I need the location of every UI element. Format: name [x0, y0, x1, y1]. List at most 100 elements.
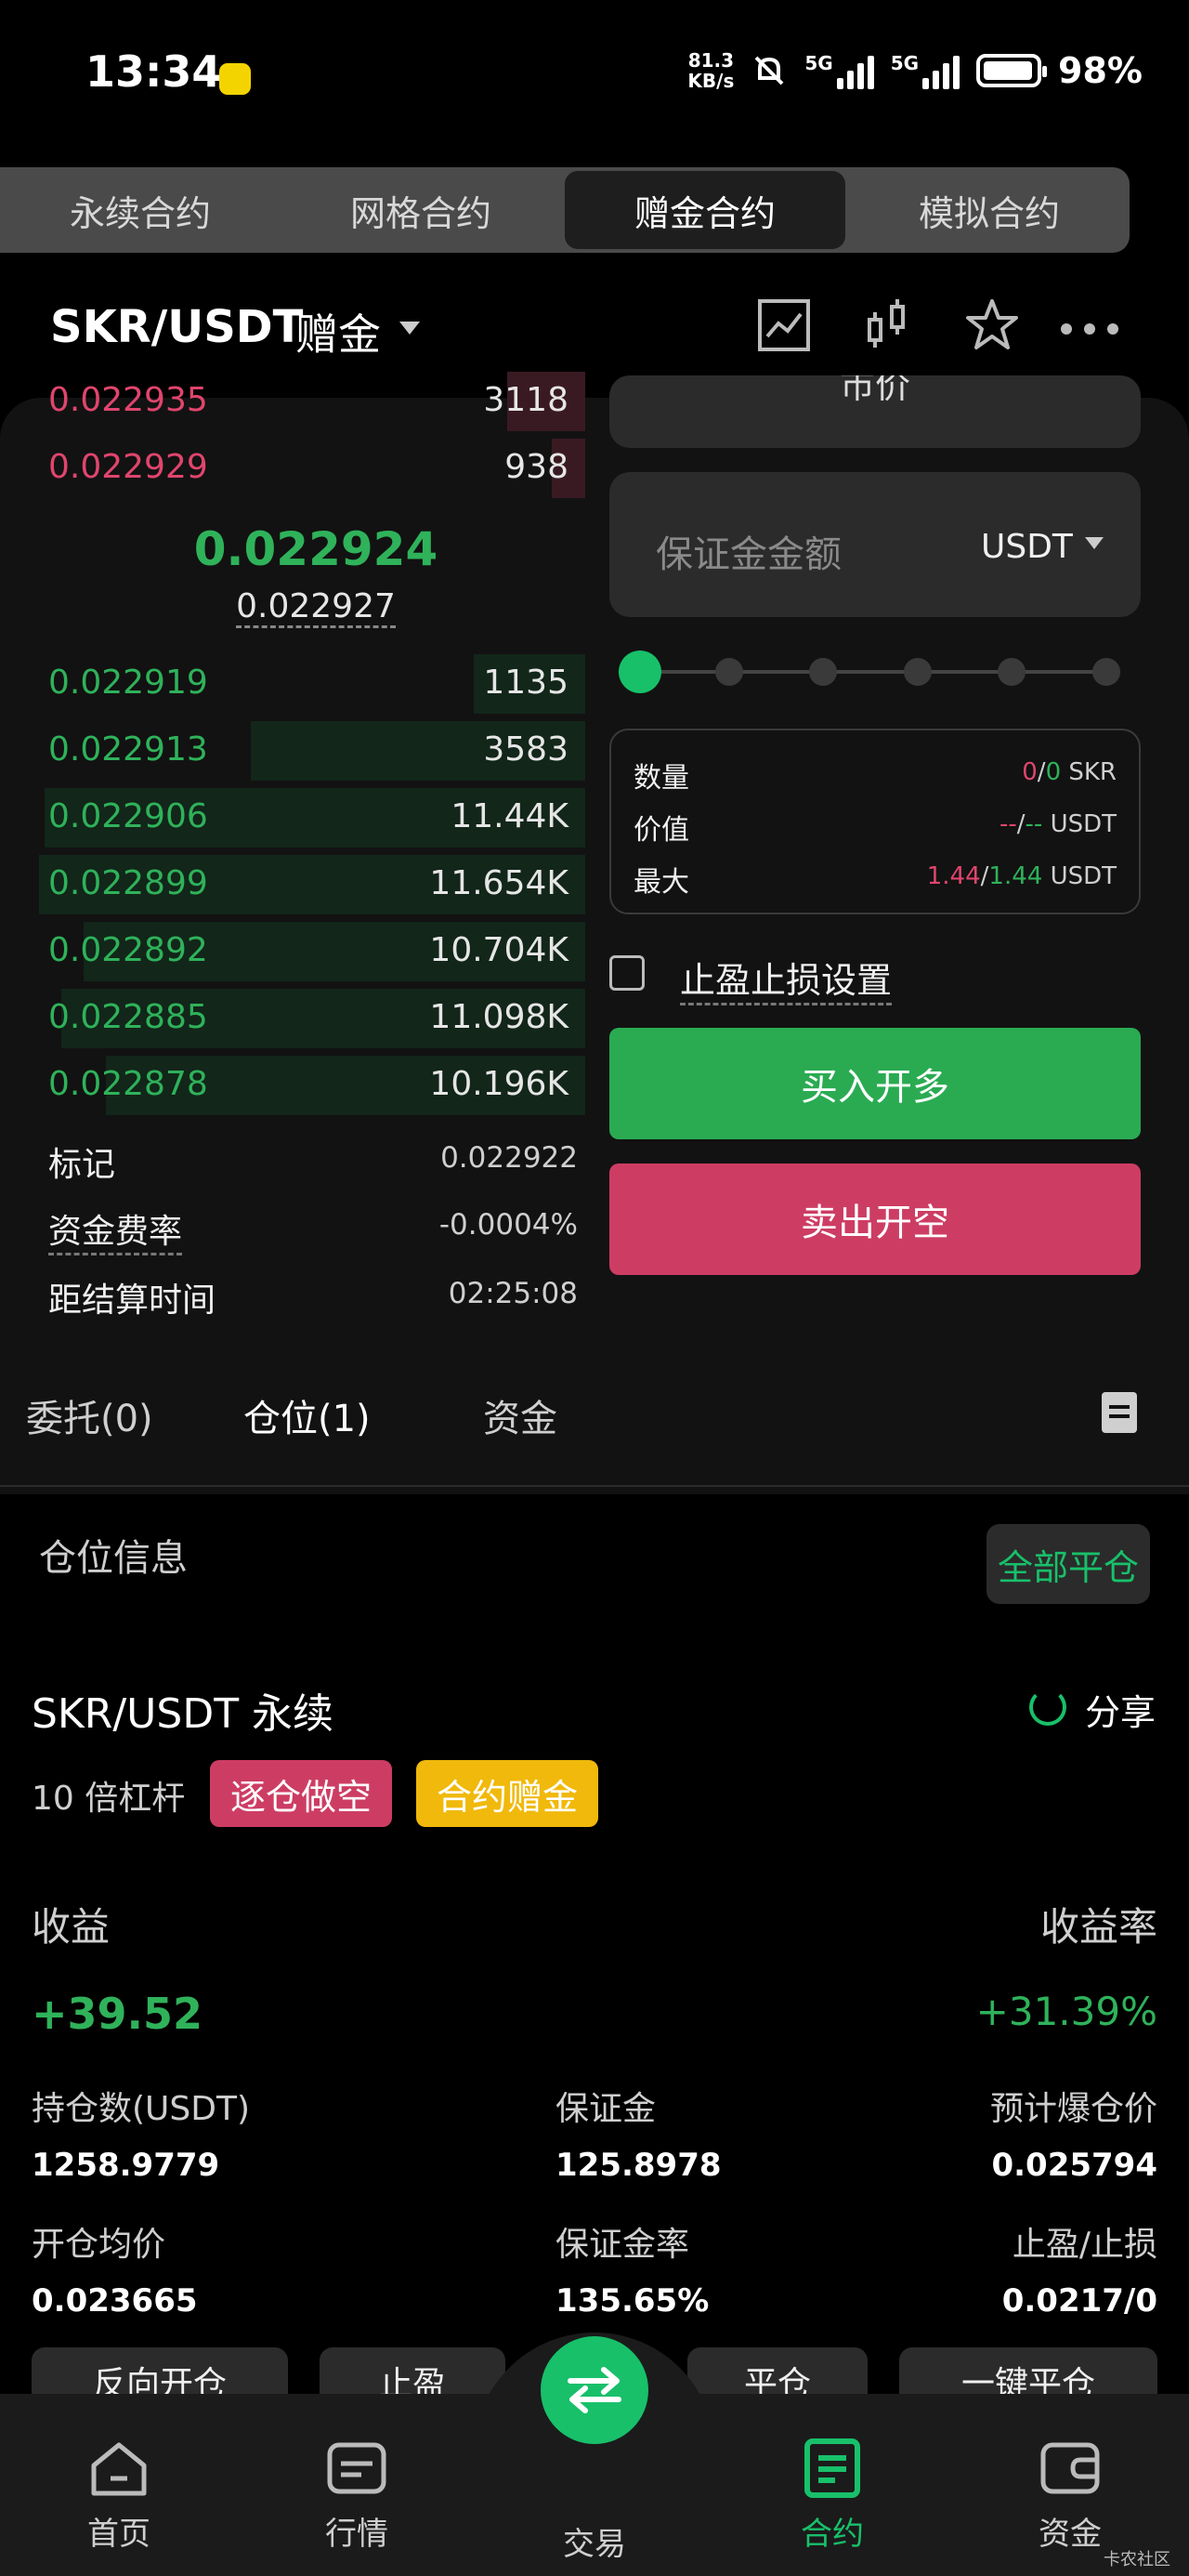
max-value: 1.44/1.44 USDT	[927, 862, 1117, 890]
signal-icon	[922, 52, 960, 89]
chevron-down-icon[interactable]	[399, 322, 420, 335]
qty-label: 数量	[634, 762, 689, 795]
slider-step-dot[interactable]	[809, 658, 837, 686]
bid-price: 0.022906	[48, 797, 208, 835]
pnl-value: +39.52	[32, 1989, 203, 2039]
bid-row[interactable]: 0.022892 10.704K	[0, 918, 585, 985]
battery-percent: 98%	[1058, 50, 1143, 91]
nav-trade-button[interactable]	[541, 2336, 648, 2444]
position-size-label: 持仓数(USDT)	[32, 2090, 251, 2128]
tab-positions[interactable]: 仓位(1)	[243, 1388, 371, 1442]
nav-home-label: 首页	[87, 2516, 150, 2553]
leverage-slider-track[interactable]	[641, 670, 1113, 674]
bid-row[interactable]: 0.022878 10.196K	[0, 1052, 585, 1119]
last-price[interactable]: 0.022924	[0, 522, 632, 576]
candlestick-icon[interactable]	[860, 297, 916, 353]
tab-assets[interactable]: 资金	[483, 1388, 557, 1442]
tpsl-label-text: 止盈止损设置	[680, 960, 893, 1005]
tpsl-label: 止盈/止损	[1012, 2226, 1157, 2264]
bid-row[interactable]: 0.022906 11.44K	[0, 784, 585, 851]
slider-step-dot[interactable]	[904, 658, 932, 686]
buy-long-button[interactable]: 买入开多	[609, 1028, 1141, 1139]
mark-label: 标记	[48, 1146, 116, 1184]
nav-wallet-label: 资金	[1039, 2516, 1102, 2553]
nav-market[interactable]: 行情	[264, 2394, 450, 2576]
funding-rate-label[interactable]: 资金费率	[48, 1204, 183, 1255]
share-button[interactable]: 分享	[1085, 1684, 1156, 1735]
margin-unit-select[interactable]: USDT	[981, 528, 1073, 566]
max-a: 1.44	[926, 862, 981, 890]
bid-price: 0.022885	[48, 998, 208, 1036]
ask-row[interactable]: 0.022935 3118	[0, 368, 585, 435]
home-icon	[91, 2442, 147, 2496]
tab-orders[interactable]: 委托(0)	[26, 1388, 153, 1442]
ask-price: 0.022929	[48, 448, 208, 486]
nav-trade-label[interactable]: 交易	[502, 2518, 687, 2564]
chart-icon[interactable]	[756, 297, 812, 353]
slider-step-dot[interactable]	[715, 658, 743, 686]
ask-qty: 3118	[483, 381, 568, 419]
close-all-button[interactable]: 全部平仓	[986, 1524, 1150, 1604]
slider-handle[interactable]	[619, 651, 661, 693]
entry-price-value: 0.023665	[32, 2282, 198, 2320]
bid-qty: 11.654K	[429, 864, 568, 902]
bid-row[interactable]: 0.022899 11.654K	[0, 851, 585, 918]
more-icon[interactable]	[1057, 297, 1122, 353]
margin-amount-placeholder: 保证金金额	[656, 533, 842, 576]
nav-contract-label: 合约	[801, 2516, 864, 2553]
battery-icon	[976, 54, 1048, 87]
status-indicators: 81.3 KB/s 5G 5G 98%	[687, 50, 1143, 91]
nav-contract[interactable]: 合约	[739, 2394, 925, 2576]
bid-qty: 11.44K	[451, 797, 568, 835]
liq-price-value: 0.025794	[991, 2147, 1157, 2184]
contract-type-tabs: 永续合约 网格合约 赠金合约 模拟合约	[0, 167, 1130, 253]
bid-price: 0.022892	[48, 931, 208, 969]
tab-grid[interactable]: 网格合约	[281, 167, 561, 253]
bid-row[interactable]: 0.022885 11.098K	[0, 985, 585, 1052]
pair-mode[interactable]: 赠金	[295, 301, 381, 362]
leverage-label: 10 倍杠杆	[32, 1780, 186, 1818]
net-speed-unit: KB/s	[687, 70, 735, 92]
sell-short-button[interactable]: 卖出开空	[609, 1163, 1141, 1275]
tpsl-settings-link[interactable]: 止盈止损设置	[680, 952, 893, 1005]
value-a: --	[1000, 810, 1017, 838]
settle-time-value: 02:25:08	[448, 1277, 578, 1310]
bid-qty: 10.196K	[429, 1065, 568, 1103]
pnl-rate-value: +31.39%	[975, 1989, 1157, 2034]
qty-value-a: 0	[1022, 758, 1038, 786]
tab-demo[interactable]: 模拟合约	[849, 167, 1130, 253]
tabs-divider	[0, 1485, 1189, 1487]
qty-unit: SKR	[1068, 758, 1117, 786]
bid-price: 0.022878	[48, 1065, 208, 1103]
isolated-short-badge: 逐仓做空	[210, 1760, 392, 1827]
star-icon[interactable]	[964, 297, 1020, 353]
margin-rate-value: 135.65%	[555, 2282, 710, 2320]
bid-row[interactable]: 0.022919 1135	[0, 651, 585, 717]
mark-value: 0.022922	[440, 1141, 578, 1175]
slider-step-dot[interactable]	[1092, 658, 1120, 686]
signal-icon	[836, 52, 874, 89]
bid-row[interactable]: 0.022913 3583	[0, 717, 585, 784]
position-pair: SKR/USDT 永续	[32, 1690, 334, 1738]
bid-qty: 11.098K	[429, 998, 568, 1036]
ask-price: 0.022935	[48, 381, 208, 419]
value-sep: /	[1016, 810, 1026, 838]
tpsl-checkbox[interactable]	[609, 955, 645, 991]
order-type-select[interactable]: 市价	[609, 375, 1141, 448]
slider-step-dot[interactable]	[998, 658, 1026, 686]
nav-home[interactable]: 首页	[26, 2394, 212, 2576]
settle-time-label: 距结算时间	[48, 1281, 216, 1320]
pair-selector[interactable]: SKR/USDT	[50, 301, 303, 353]
bid-qty: 1135	[483, 664, 568, 702]
max-unit: USDT	[1050, 862, 1117, 890]
bid-qty: 3583	[483, 730, 568, 769]
chevron-down-icon[interactable]	[1085, 537, 1104, 549]
bid-qty: 10.704K	[429, 931, 568, 969]
tab-perpetual[interactable]: 永续合约	[0, 167, 281, 253]
tab-bonus[interactable]: 赠金合约	[565, 171, 845, 249]
share-icon[interactable]	[1029, 1689, 1066, 1726]
ask-qty: 938	[504, 448, 568, 486]
order-history-icon[interactable]	[1102, 1392, 1137, 1433]
ask-row[interactable]: 0.022929 938	[0, 435, 585, 502]
bid-price: 0.022919	[48, 664, 208, 702]
